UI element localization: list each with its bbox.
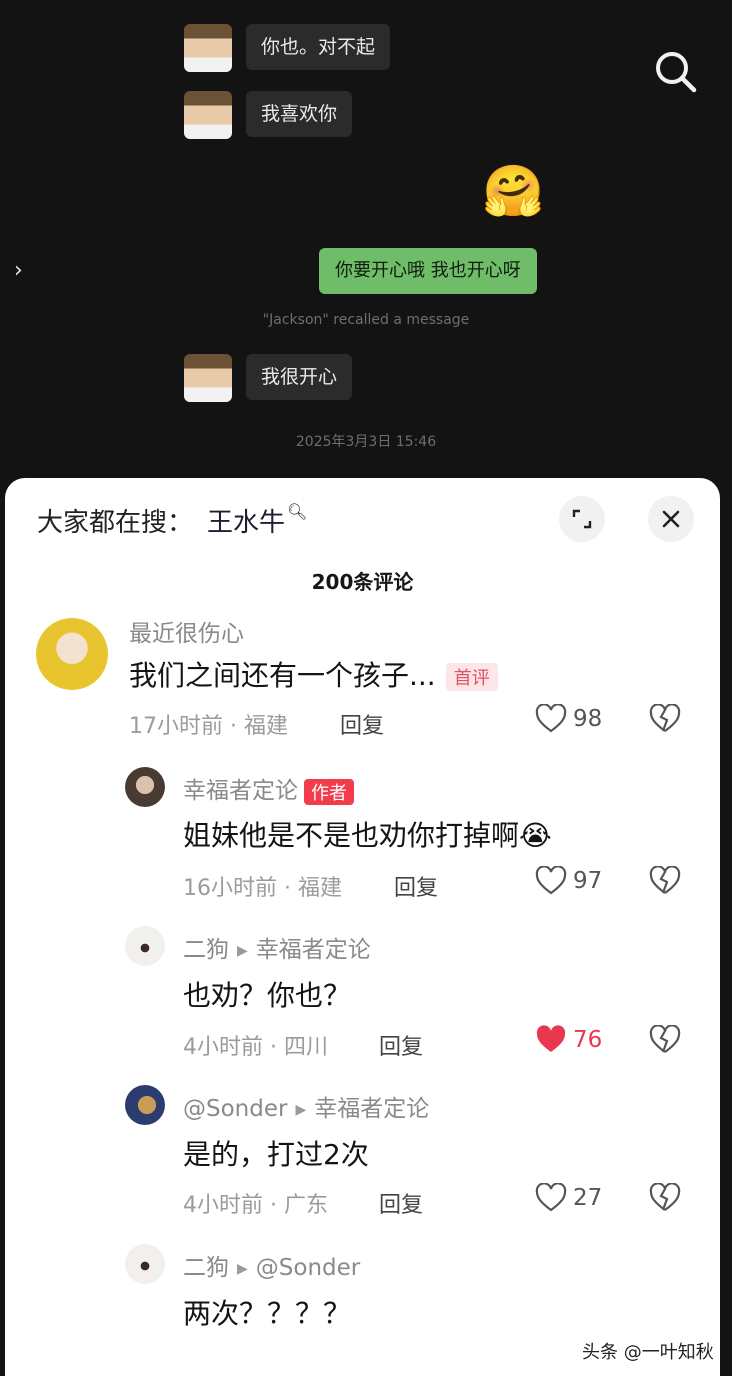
like-count: 97: [573, 868, 603, 894]
reply-button[interactable]: 回复: [340, 708, 384, 740]
comment-text: 两次？？？？: [183, 1297, 352, 1330]
heart-icon: [535, 866, 567, 895]
expand-button[interactable]: [559, 496, 605, 542]
search-icon[interactable]: [652, 48, 698, 94]
reply-button[interactable]: 回复: [394, 870, 438, 902]
reply-button[interactable]: 回复: [379, 1187, 423, 1219]
avatar[interactable]: [125, 1085, 165, 1125]
heart-icon: [535, 704, 567, 733]
comment-count-title: 200条评论: [311, 570, 414, 594]
avatar[interactable]: [36, 618, 108, 690]
comment-meta: 16小时前 · 福建: [183, 876, 342, 901]
like-button[interactable]: 98: [535, 704, 602, 734]
comment-meta: 4小时前 · 广东: [183, 1193, 328, 1218]
comment-text: 也劝？你也？: [183, 979, 352, 1012]
broken-heart-icon[interactable]: [649, 866, 681, 896]
comment-text-content: 我们之间还有一个孩子...: [129, 659, 436, 692]
author-badge: 作者: [304, 778, 354, 805]
chat-bubble-incoming: 我喜欢你: [246, 91, 353, 137]
reply-to-user: 幸福者定论: [255, 937, 371, 963]
like-count: 76: [573, 1027, 603, 1053]
hot-search-label: 大家都在搜：: [37, 508, 194, 538]
reply-arrow-icon: ▶: [237, 942, 248, 959]
avatar[interactable]: [184, 91, 232, 139]
first-comment-badge: 首评: [445, 663, 498, 691]
reply-arrow-icon: ▶: [237, 1260, 248, 1277]
watermark: 头条 @一叶知秋: [582, 1342, 714, 1363]
avatar[interactable]: [125, 1244, 165, 1284]
hot-search-bar[interactable]: 大家都在搜： 王水牛 🔍︎: [37, 502, 307, 539]
chat-timestamp: 2025年3月3日 15:46: [295, 434, 437, 450]
reply-to-user: @Sonder: [255, 1255, 361, 1281]
comment-panel: 大家都在搜： 王水牛 🔍︎ 200条评论 最近很伤心 我们之间还有一个孩子... 首评…: [5, 478, 720, 1376]
chat-bubble-incoming: 我很开心: [246, 354, 353, 400]
expand-icon: [572, 509, 592, 529]
broken-heart-icon[interactable]: [649, 1025, 681, 1055]
close-button[interactable]: [648, 496, 694, 542]
search-small-icon: 🔍︎: [287, 502, 308, 521]
chat-bubble-outgoing: 你要开心哦 我也开心呀: [319, 248, 537, 294]
recall-notice: "Jackson" recalled a message: [262, 312, 470, 328]
like-count: 27: [573, 1185, 603, 1211]
reply-to-user: 幸福者定论: [314, 1096, 430, 1122]
avatar[interactable]: [125, 767, 165, 807]
comment-meta: 17小时前 · 福建: [129, 714, 288, 739]
reply-button[interactable]: 回复: [379, 1029, 423, 1061]
broken-heart-icon[interactable]: [649, 704, 681, 734]
username-text: 二狗: [183, 937, 229, 963]
chat-background: › 你也。对不起 我喜欢你 🤗 你要开心哦 我也开心呀 "Jackson" re…: [0, 0, 732, 500]
chevron-right-icon[interactable]: ›: [14, 258, 23, 283]
like-count: 98: [573, 706, 603, 732]
reply-arrow-icon: ▶: [295, 1101, 307, 1118]
avatar[interactable]: [125, 926, 165, 966]
chat-bubble-incoming: 你也。对不起: [246, 24, 391, 70]
like-button[interactable]: 27: [535, 1183, 602, 1213]
like-button[interactable]: 76: [535, 1025, 602, 1055]
comment-username[interactable]: 二狗 ▶ 幸福者定论: [183, 930, 371, 964]
avatar[interactable]: [184, 24, 232, 72]
comment-username[interactable]: @Sonder ▶ 幸福者定论: [183, 1089, 429, 1123]
comment-username[interactable]: 幸福者定论 作者: [183, 771, 354, 805]
username-text: @Sonder: [183, 1096, 288, 1122]
hug-sticker: 🤗: [482, 162, 545, 220]
comment-text: 是的，打过2次: [183, 1138, 369, 1171]
avatar[interactable]: [184, 354, 232, 402]
heart-icon: [535, 1183, 567, 1212]
like-button[interactable]: 97: [535, 866, 602, 896]
username-text: 二狗: [183, 1255, 229, 1281]
hot-search-keyword[interactable]: 王水牛: [207, 508, 285, 538]
close-icon: [662, 510, 680, 528]
broken-heart-icon[interactable]: [649, 1183, 681, 1213]
comment-username[interactable]: 二狗 ▶ @Sonder: [183, 1248, 360, 1282]
comment-text: 我们之间还有一个孩子... 首评: [129, 654, 498, 694]
username-text: 幸福者定论: [183, 778, 298, 804]
comment-meta: 4小时前 · 四川: [183, 1035, 328, 1060]
comment-text: 姐妹他是不是也劝你打掉啊😭: [183, 819, 552, 852]
heart-filled-icon: [536, 1025, 566, 1052]
comment-username[interactable]: 最近很伤心: [129, 614, 244, 648]
